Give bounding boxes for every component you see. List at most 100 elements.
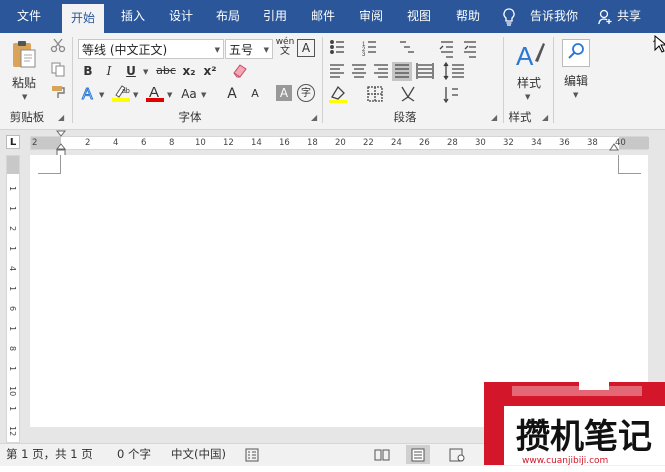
tab-insert[interactable]: 插入 <box>112 0 154 33</box>
ruler-number: 4 <box>113 138 119 148</box>
ruler-number: 1 <box>8 366 17 372</box>
text-effects-icon[interactable]: A <box>80 84 98 104</box>
editing-button[interactable]: 编辑 <box>557 71 595 91</box>
mouse-cursor-icon <box>654 35 665 53</box>
clipboard-launcher-icon[interactable]: ◢ <box>58 113 64 122</box>
ruler-number: 22 <box>363 138 374 148</box>
highlight-dropdown-icon[interactable]: ▼ <box>133 91 138 99</box>
logo-url: www.cuanjibiji.com <box>522 456 608 465</box>
ruler-number: 34 <box>531 138 542 148</box>
ruler-number: 1 <box>8 286 17 292</box>
svg-text:A: A <box>516 41 534 71</box>
character-shading-button[interactable]: A <box>276 85 292 101</box>
ruler-number: 38 <box>587 138 598 148</box>
ruler-number: 16 <box>279 138 290 148</box>
tab-view[interactable]: 视图 <box>398 0 440 33</box>
tab-selector[interactable]: L <box>6 135 20 149</box>
paragraph-tools-icons[interactable]: 1 2 3 <box>328 37 500 107</box>
change-case-dropdown-icon[interactable]: ▼ <box>201 91 206 99</box>
print-layout-icon[interactable] <box>406 445 430 464</box>
ribbon-home: 粘贴 ▼ 剪贴板 ◢ 等线 (中文正文) ▼ 五号 ▼ wén 文 A B I U ▼… <box>0 33 665 130</box>
italic-button[interactable]: I <box>101 61 117 81</box>
clipboard-group-label: 剪贴板 <box>9 110 45 124</box>
character-border-button[interactable]: A <box>297 39 315 57</box>
indent-marker-icon[interactable] <box>56 130 66 158</box>
text-effects-dropdown-icon[interactable]: ▼ <box>99 91 104 99</box>
styles-icon[interactable]: A <box>512 39 546 73</box>
superscript-button[interactable]: x² <box>201 61 219 81</box>
right-indent-marker-icon[interactable] <box>609 142 619 152</box>
divider <box>503 37 504 123</box>
tab-layout[interactable]: 布局 <box>207 0 249 33</box>
tab-design[interactable]: 设计 <box>160 0 202 33</box>
font-size-value: 五号 <box>229 43 254 57</box>
format-painter-icon[interactable] <box>48 84 68 104</box>
bold-button[interactable]: B <box>80 61 96 81</box>
lightbulb-icon[interactable] <box>500 0 518 33</box>
ruler-number: 1 <box>8 246 17 252</box>
tab-review[interactable]: 审阅 <box>350 0 392 33</box>
ruler-number: 2 <box>8 226 17 232</box>
ruler-number: 6 <box>141 138 147 148</box>
underline-dropdown-icon[interactable]: ▼ <box>143 68 148 76</box>
share-button[interactable]: 共享 <box>614 0 644 33</box>
ruler-number: 28 <box>447 138 458 148</box>
read-mode-icon[interactable] <box>374 448 390 469</box>
margin-corner-left <box>38 155 61 174</box>
search-icon[interactable] <box>562 39 590 67</box>
paste-button[interactable]: 粘贴 <box>6 73 42 93</box>
word-count[interactable]: 0 个字 <box>117 444 151 465</box>
styles-dropdown-icon[interactable]: ▼ <box>525 93 530 101</box>
svg-text:3: 3 <box>362 52 366 58</box>
horizontal-ruler[interactable]: 2 2 4 6 8 10 12 14 16 18 20 22 24 26 28 30 32 34 36 38 40 <box>30 136 649 150</box>
clear-formatting-icon[interactable] <box>230 61 250 81</box>
ruler-number: 20 <box>335 138 346 148</box>
vertical-ruler[interactable]: 1121416181101121 <box>6 155 20 451</box>
web-layout-icon[interactable] <box>449 448 465 469</box>
font-color-dropdown-icon[interactable]: ▼ <box>167 91 172 99</box>
change-case-button[interactable]: Aa <box>178 84 200 104</box>
phonetic-guide-button[interactable]: wén 文 <box>275 37 295 59</box>
shrink-font-button[interactable]: A <box>247 84 263 104</box>
font-name-select[interactable]: 等线 (中文正文) ▼ <box>78 39 224 59</box>
ruler-number: 4 <box>8 266 17 272</box>
strikethrough-button[interactable]: abc <box>154 61 178 81</box>
styles-launcher-icon[interactable]: ◢ <box>542 113 548 122</box>
paste-icon[interactable] <box>10 39 38 71</box>
font-color-icon[interactable]: A <box>145 83 165 103</box>
tab-file[interactable]: 文件 <box>8 0 50 33</box>
ruler-number: 1 <box>8 406 17 412</box>
page-count[interactable]: 第 1 页，共 1 页 <box>6 444 93 465</box>
tab-references[interactable]: 引用 <box>254 0 296 33</box>
tab-help[interactable]: 帮助 <box>447 0 489 33</box>
subscript-button[interactable]: x₂ <box>180 61 198 81</box>
ruler-number: 32 <box>503 138 514 148</box>
paste-dropdown-icon[interactable]: ▼ <box>22 93 27 101</box>
styles-button[interactable]: 样式 <box>509 73 549 93</box>
ribbon-tab-bar: 文件 开始 插入 设计 布局 引用 邮件 审阅 视图 帮助 告诉我你 共享 <box>0 0 665 33</box>
paragraph-group-label: 段落 <box>393 110 417 124</box>
underline-button[interactable]: U <box>123 61 139 81</box>
tab-mailings[interactable]: 邮件 <box>302 0 344 33</box>
language-indicator[interactable]: 中文(中国) <box>171 444 226 465</box>
ruler-number: 12 <box>8 426 17 437</box>
ruler-number: 6 <box>8 306 17 312</box>
cut-icon[interactable] <box>48 37 68 57</box>
paragraph-launcher-icon[interactable]: ◢ <box>491 113 497 122</box>
tell-me-search[interactable]: 告诉我你 <box>524 0 584 33</box>
font-launcher-icon[interactable]: ◢ <box>311 113 317 122</box>
editing-dropdown-icon[interactable]: ▼ <box>573 91 578 99</box>
highlight-icon[interactable]: ab <box>111 83 131 103</box>
font-size-select[interactable]: 五号 ▼ <box>225 39 273 59</box>
copy-icon[interactable] <box>48 61 68 81</box>
logo-graphic: 攒机笔记 www.cuanjibiji.com <box>484 382 665 466</box>
ruler-margin-top <box>7 156 19 174</box>
margin-corner-right <box>618 155 641 174</box>
tab-home[interactable]: 开始 <box>62 4 104 33</box>
divider <box>72 37 73 123</box>
ruler-number: 36 <box>559 138 570 148</box>
macro-record-icon[interactable] <box>245 448 259 469</box>
enclose-characters-button[interactable]: 字 <box>297 84 315 102</box>
ruler-number: 30 <box>475 138 486 148</box>
grow-font-button[interactable]: A <box>224 84 240 104</box>
